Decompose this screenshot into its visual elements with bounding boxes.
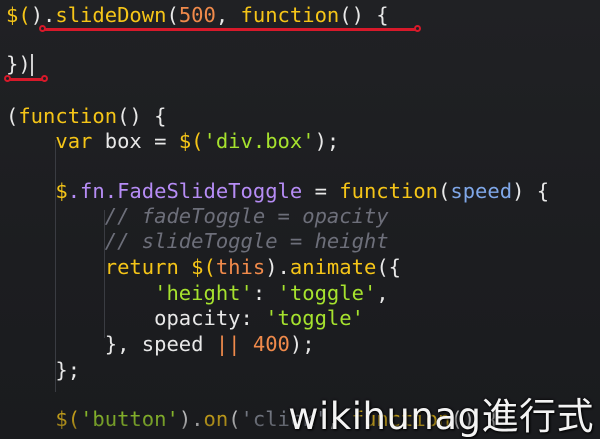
- code-token: }): [6, 52, 31, 76]
- code-token: (: [166, 3, 179, 27]
- code-line-1: $().slideDown(500, function() {: [6, 3, 389, 28]
- code-token: 'toggle': [277, 281, 377, 305]
- code-token: this: [215, 255, 266, 279]
- code-token: (: [228, 407, 241, 431]
- code-token: 'div.box': [203, 129, 315, 153]
- code-token: slideDown: [55, 3, 167, 27]
- watermark-text: wikihunag進行式: [288, 395, 594, 438]
- red-underline-annotation: [4, 75, 48, 82]
- code-token: 'height': [154, 281, 253, 305]
- code-token: ) {: [512, 179, 550, 203]
- code-token: $(: [6, 3, 31, 27]
- code-token: $(: [191, 255, 216, 279]
- code-line-2: }): [6, 52, 31, 77]
- code-line-10: opacity: 'toggle': [6, 306, 364, 331]
- code-token: var: [55, 129, 93, 153]
- code-token: on: [203, 407, 229, 431]
- code-line-8: return $(this).animate({: [6, 255, 401, 280]
- code-token: function: [18, 104, 118, 128]
- code-line-9: 'height': 'toggle',: [6, 281, 389, 306]
- code-token: function: [240, 3, 340, 27]
- code-token: $(: [55, 407, 81, 431]
- code-token: :: [240, 306, 266, 330]
- code-token: opacity: [154, 306, 241, 330]
- code-token: }, speed: [104, 332, 216, 356]
- code-token: ).: [265, 255, 290, 279]
- code-token: .fn.: [67, 179, 118, 203]
- code-line-6: // fadeToggle = opacity: [6, 204, 389, 229]
- code-token: ).: [178, 407, 204, 431]
- red-underline-annotation: [39, 25, 421, 32]
- code-token: );: [314, 129, 340, 153]
- code-comment: // fadeToggle = opacity: [104, 204, 389, 228]
- code-token: animate: [289, 255, 377, 279]
- code-token: ).: [30, 3, 56, 27]
- code-token: box =: [92, 129, 179, 153]
- code-token: function: [339, 179, 439, 203]
- code-token: $(: [178, 129, 204, 153]
- code-token: 500: [178, 3, 216, 27]
- code-token: () {: [339, 3, 389, 27]
- code-token: $: [55, 179, 68, 203]
- code-token: =: [302, 179, 340, 203]
- code-token: };: [55, 358, 81, 382]
- code-comment: // slideToggle = height: [104, 229, 389, 253]
- code-token: 'button': [80, 407, 179, 431]
- code-token: 400: [252, 332, 290, 356]
- code-token: return: [104, 255, 179, 279]
- code-token: ,: [376, 281, 389, 305]
- code-line-3: (function() {: [6, 104, 166, 129]
- code-line-12: };: [6, 358, 80, 383]
- code-line-7: // slideToggle = height: [6, 229, 389, 254]
- code-token: (: [6, 104, 19, 128]
- code-editor[interactable]: $().slideDown(500, function() { }) (func…: [0, 0, 600, 439]
- code-token: );: [289, 332, 315, 356]
- text-cursor: [31, 54, 33, 76]
- code-line-4: var box = $('div.box');: [6, 129, 339, 154]
- code-token: (: [438, 179, 451, 203]
- code-token: FadeSlideToggle: [117, 179, 303, 203]
- code-line-5: $.fn.FadeSlideToggle = function(speed) {: [6, 179, 549, 204]
- code-token: 'toggle': [265, 306, 364, 330]
- code-token: :: [252, 281, 278, 305]
- code-token: ||: [215, 332, 241, 356]
- code-token: speed: [450, 179, 513, 203]
- code-token: ,: [215, 3, 241, 27]
- code-line-11: }, speed || 400);: [6, 332, 315, 357]
- code-token: ({: [376, 255, 401, 279]
- code-token: () {: [117, 104, 167, 128]
